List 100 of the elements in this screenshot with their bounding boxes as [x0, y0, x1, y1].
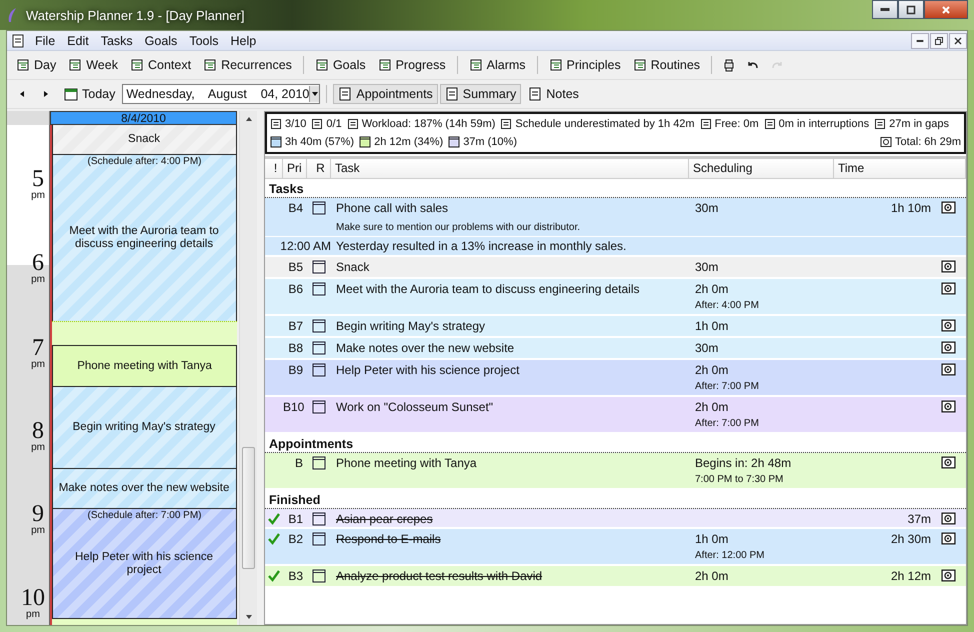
column-header[interactable]: Pri [283, 159, 307, 178]
task-row[interactable]: B8 Make notes over the new website 30m [265, 338, 966, 360]
column-header[interactable]: ! [265, 159, 283, 178]
scheduling-note: After: 4:00 PM [695, 300, 760, 311]
window-icon [270, 136, 282, 148]
note-time: 12:00 AM [279, 239, 331, 253]
close-button[interactable] [949, 32, 967, 48]
task-note: Yesterday resulted in a 13% increase in monthly sales. [335, 239, 626, 253]
task-name: Work on "Colosseum Sunset" [335, 399, 494, 414]
timer-icon[interactable] [941, 319, 956, 332]
maximize-icon [906, 4, 916, 14]
priority-cell-text: B9 [287, 362, 304, 377]
task-row[interactable]: B10 Work on "Colosseum Sunset" 2h 0m After: 7:00 PM [265, 397, 966, 434]
scroll-up-icon[interactable] [244, 115, 253, 123]
appointment-block[interactable]: Phone meeting with Tanya [52, 345, 238, 387]
hour-label: 7 [32, 336, 44, 360]
today-button[interactable]: Today [59, 84, 120, 104]
task-row[interactable]: B6 Meet with the Auroria team to discuss engineering details 2h 0m After: 4:00 PM [265, 279, 966, 316]
period-label: pm [31, 443, 45, 453]
minimize-icon [916, 40, 924, 42]
column-header[interactable]: Time [834, 159, 966, 178]
timer-icon[interactable] [941, 512, 956, 525]
window-icon [312, 282, 326, 296]
date-dropdown[interactable]: Wednesday, August 04, 2010 [122, 84, 320, 104]
scroll-down-icon[interactable] [244, 613, 253, 621]
task-row[interactable]: B9 Help Peter with his science project 2h 0m After: 7:00 PM [265, 360, 966, 397]
minimize-button[interactable] [911, 32, 929, 48]
column-header[interactable]: Scheduling [689, 159, 834, 178]
timer-icon[interactable] [941, 260, 956, 273]
period-label: pm [26, 610, 40, 620]
menu-item[interactable]: Help [224, 34, 262, 48]
menu-item[interactable]: Goals [138, 34, 184, 48]
task-block[interactable]: (Schedule after: 4:00 PM) Meet with the Auroria team to discuss engineering details [52, 154, 238, 322]
task-row[interactable]: B4 Phone call with sales 30m 1h 10m Make sure to mention our problems with our distributor. 12:00 AM Yesterday resulted in a 13% increase in monthly sales. [265, 198, 966, 257]
window-title: Watership Planner 1.9 - [Day Planner] [26, 8, 244, 22]
hour-label: 6 [32, 251, 44, 275]
timer-icon[interactable] [941, 532, 956, 545]
total-time: Total: 6h 29m [894, 136, 961, 148]
task-name: Begin writing May's strategy [335, 318, 486, 333]
task-block[interactable]: (Schedule after: 7:00 PM) Help Peter with his science project [52, 508, 238, 619]
timer-icon[interactable] [941, 201, 956, 214]
view-tab[interactable]: Notes [523, 84, 584, 104]
toolbar-button[interactable]: Progress [372, 55, 451, 75]
menu-item[interactable]: Edit [61, 34, 95, 48]
close-button[interactable] [924, 0, 968, 19]
task-name: Phone meeting with Tanya [335, 455, 478, 470]
timer-icon[interactable] [941, 569, 956, 582]
summary-stat: 0m in interruptions [778, 118, 870, 130]
minimize-button[interactable] [872, 0, 898, 19]
hour-label: 5 [32, 167, 44, 191]
scroll-thumb[interactable] [242, 447, 255, 569]
restore-button[interactable] [930, 32, 948, 48]
view-tab[interactable]: Summary [440, 84, 522, 104]
period-label: pm [31, 191, 45, 201]
timer-icon[interactable] [941, 282, 956, 295]
period-label: pm [31, 360, 45, 370]
task-row[interactable]: B7 Begin writing May's strategy 1h 0m [265, 316, 966, 338]
task-name: Snack [335, 259, 370, 274]
toolbar-button[interactable]: Recurrences [198, 55, 297, 75]
task-block[interactable]: Make notes over the new website [52, 468, 238, 509]
priority-cell-text: B3 [287, 568, 304, 583]
menu-item[interactable]: File [29, 34, 62, 48]
toolbar-button[interactable]: Context [124, 55, 196, 75]
task-name: Asian pear crepes [335, 511, 434, 526]
toolbar-button[interactable]: Day [11, 55, 62, 75]
scrollbar[interactable] [239, 111, 257, 625]
maximize-button[interactable] [898, 0, 924, 19]
task-name: Analyze product test results with David [335, 568, 544, 583]
priority-cell-text: B1 [287, 511, 304, 526]
restore-icon [935, 36, 943, 44]
task-row[interactable]: B1 Asian pear crepes 37m [265, 509, 966, 529]
task-block[interactable]: Begin writing May's strategy [52, 386, 238, 469]
task-row[interactable]: B3 Analyze product test results with David 2h 0m 2h 12m [265, 566, 966, 588]
toolbar-button[interactable]: Week [63, 55, 123, 75]
column-header[interactable]: Task [331, 159, 689, 178]
timer-icon[interactable] [941, 363, 956, 376]
toolbar-button[interactable]: Alarms [464, 55, 531, 75]
timer-icon[interactable] [941, 456, 956, 469]
task-row[interactable]: B2 Respond to E-mails 1h 0m After: 12:00 PM 2h 30m [265, 529, 966, 566]
view-tab[interactable]: Appointments [333, 84, 438, 104]
toolbar-button[interactable]: Principles [544, 55, 626, 75]
menu-item[interactable]: Tasks [94, 34, 139, 48]
timer-icon[interactable] [941, 341, 956, 354]
task-row[interactable]: B Phone meeting with Tanya Begins in: 2h 48m 7:00 PM to 7:30 PM [265, 453, 966, 490]
window-icon [312, 532, 326, 546]
summary-stat: 0/1 [326, 118, 342, 130]
window-icon [448, 136, 460, 148]
task-comment: Make sure to mention our problems with our distributor. [335, 222, 580, 232]
document-icon [11, 34, 25, 48]
window-icon [312, 400, 326, 414]
column-header[interactable]: R [307, 159, 331, 178]
toolbar-button[interactable]: Routines [628, 55, 706, 75]
window-icon [312, 363, 326, 377]
task-block[interactable]: Snack [52, 125, 238, 155]
task-row[interactable]: B5 Snack 30m [265, 257, 966, 279]
time-share: 2h 12m (34%) [374, 136, 444, 148]
menu-item[interactable]: Tools [183, 34, 224, 48]
priority-cell-text: B4 [287, 200, 304, 215]
timer-icon[interactable] [941, 400, 956, 413]
toolbar-button[interactable]: Goals [310, 55, 371, 75]
